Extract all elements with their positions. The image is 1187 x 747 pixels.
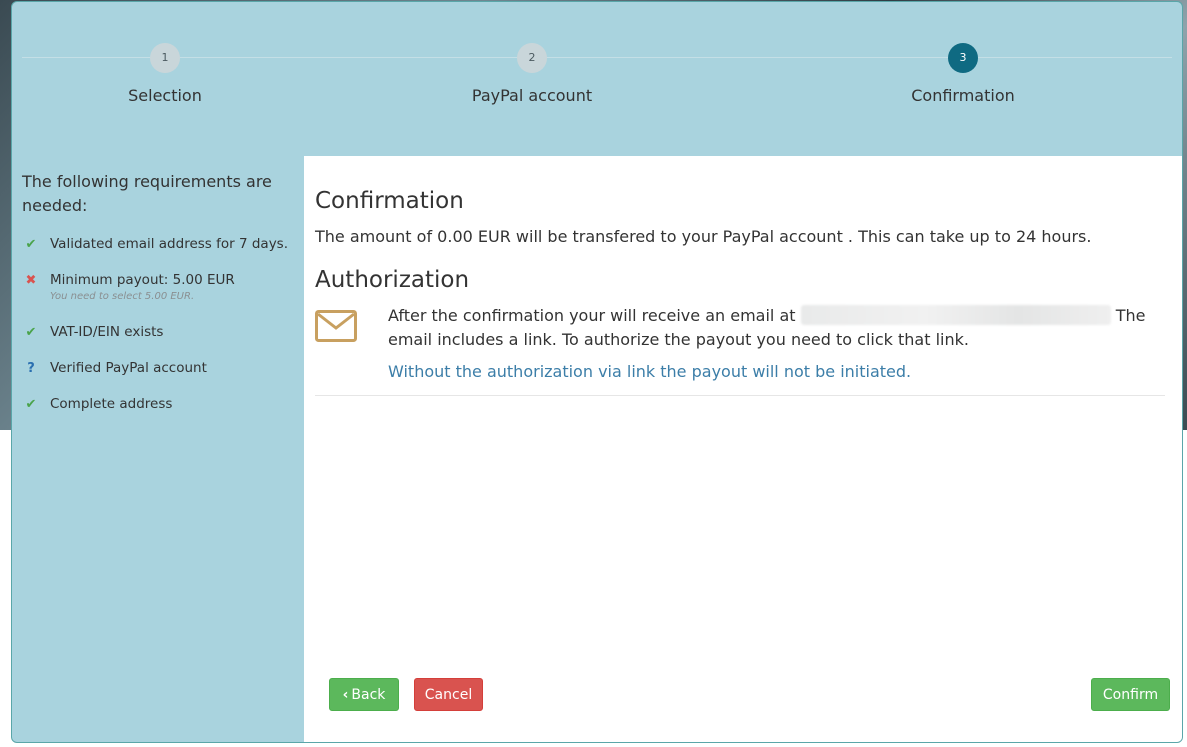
authorization-heading: Authorization (315, 267, 470, 293)
requirement-label: Validated email address for 7 days. (50, 236, 289, 252)
progress-stepper: 1 Selection 2 PayPal account 3 Confirmat… (12, 2, 1182, 156)
cancel-button[interactable]: Cancel (414, 678, 483, 711)
requirement-note: You need to select 5.00 EUR. (50, 291, 195, 302)
envelope-icon (315, 310, 357, 342)
redacted-email (800, 305, 1111, 325)
step-label: Confirmation (911, 86, 1015, 105)
requirement-label: VAT-ID/EIN exists (50, 324, 164, 340)
authorization-note: Without the authorization via link the p… (388, 362, 912, 381)
step-number: 1 (150, 43, 180, 73)
step-paypal-account: 2 PayPal account (412, 43, 652, 105)
check-icon: ✔ (25, 237, 37, 252)
requirement-label: Verified PayPal account (50, 360, 207, 376)
question-icon: ? (27, 361, 35, 376)
step-number: 2 (517, 43, 547, 73)
step-confirmation: 3 Confirmation (843, 43, 1083, 105)
requirements-sidebar: The following requirements are needed: ✔… (12, 156, 304, 742)
step-label: PayPal account (471, 86, 593, 105)
payout-modal: 1 Selection 2 PayPal account 3 Confirmat… (11, 1, 1183, 743)
confirmation-heading: Confirmation (315, 188, 464, 214)
confirmation-text: The amount of 0.00 EUR will be transfere… (315, 227, 1092, 246)
main-content: Confirmation The amount of 0.00 EUR will… (304, 156, 1182, 742)
requirement-label: Minimum payout: 5.00 EUR (50, 272, 235, 288)
chevron-left-icon: ‹ (342, 687, 349, 703)
requirement-label: Complete address (50, 396, 173, 412)
step-label: Selection (128, 86, 202, 105)
content-divider (315, 395, 1165, 396)
authorization-text-start: After the confirmation your will receive… (388, 306, 796, 325)
step-number: 3 (948, 43, 978, 73)
check-icon: ✔ (25, 325, 37, 340)
step-selection: 1 Selection (45, 43, 285, 105)
requirements-title: The following requirements are needed: (22, 172, 272, 215)
confirm-button[interactable]: Confirm (1091, 678, 1170, 711)
authorization-text: After the confirmation your will receive… (388, 304, 1158, 352)
back-button-label: Back (351, 687, 386, 703)
check-icon: ✔ (25, 397, 37, 412)
cross-icon: ✖ (25, 273, 37, 288)
back-button[interactable]: ‹ Back (329, 678, 399, 711)
